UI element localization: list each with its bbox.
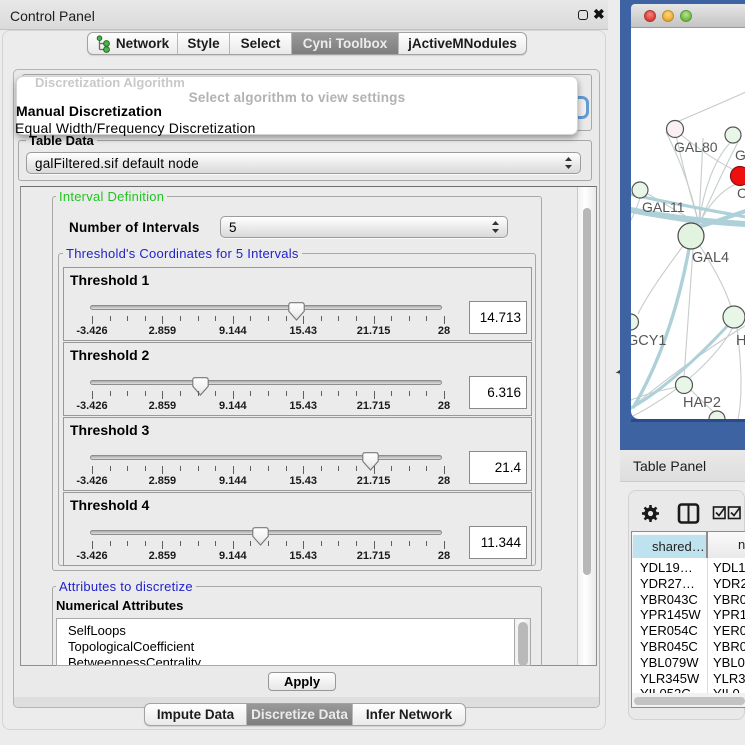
- svg-text:C: C: [737, 185, 745, 201]
- svg-text:GAL11: GAL11: [642, 199, 685, 215]
- svg-text:HAP2: HAP2: [683, 395, 721, 411]
- svg-text:GAL4: GAL4: [692, 250, 729, 266]
- svg-text:GAL80: GAL80: [674, 139, 718, 155]
- svg-text:GCY1: GCY1: [631, 333, 667, 349]
- svg-text:HI: HI: [736, 333, 745, 349]
- svg-text:GA: GA: [735, 147, 745, 163]
